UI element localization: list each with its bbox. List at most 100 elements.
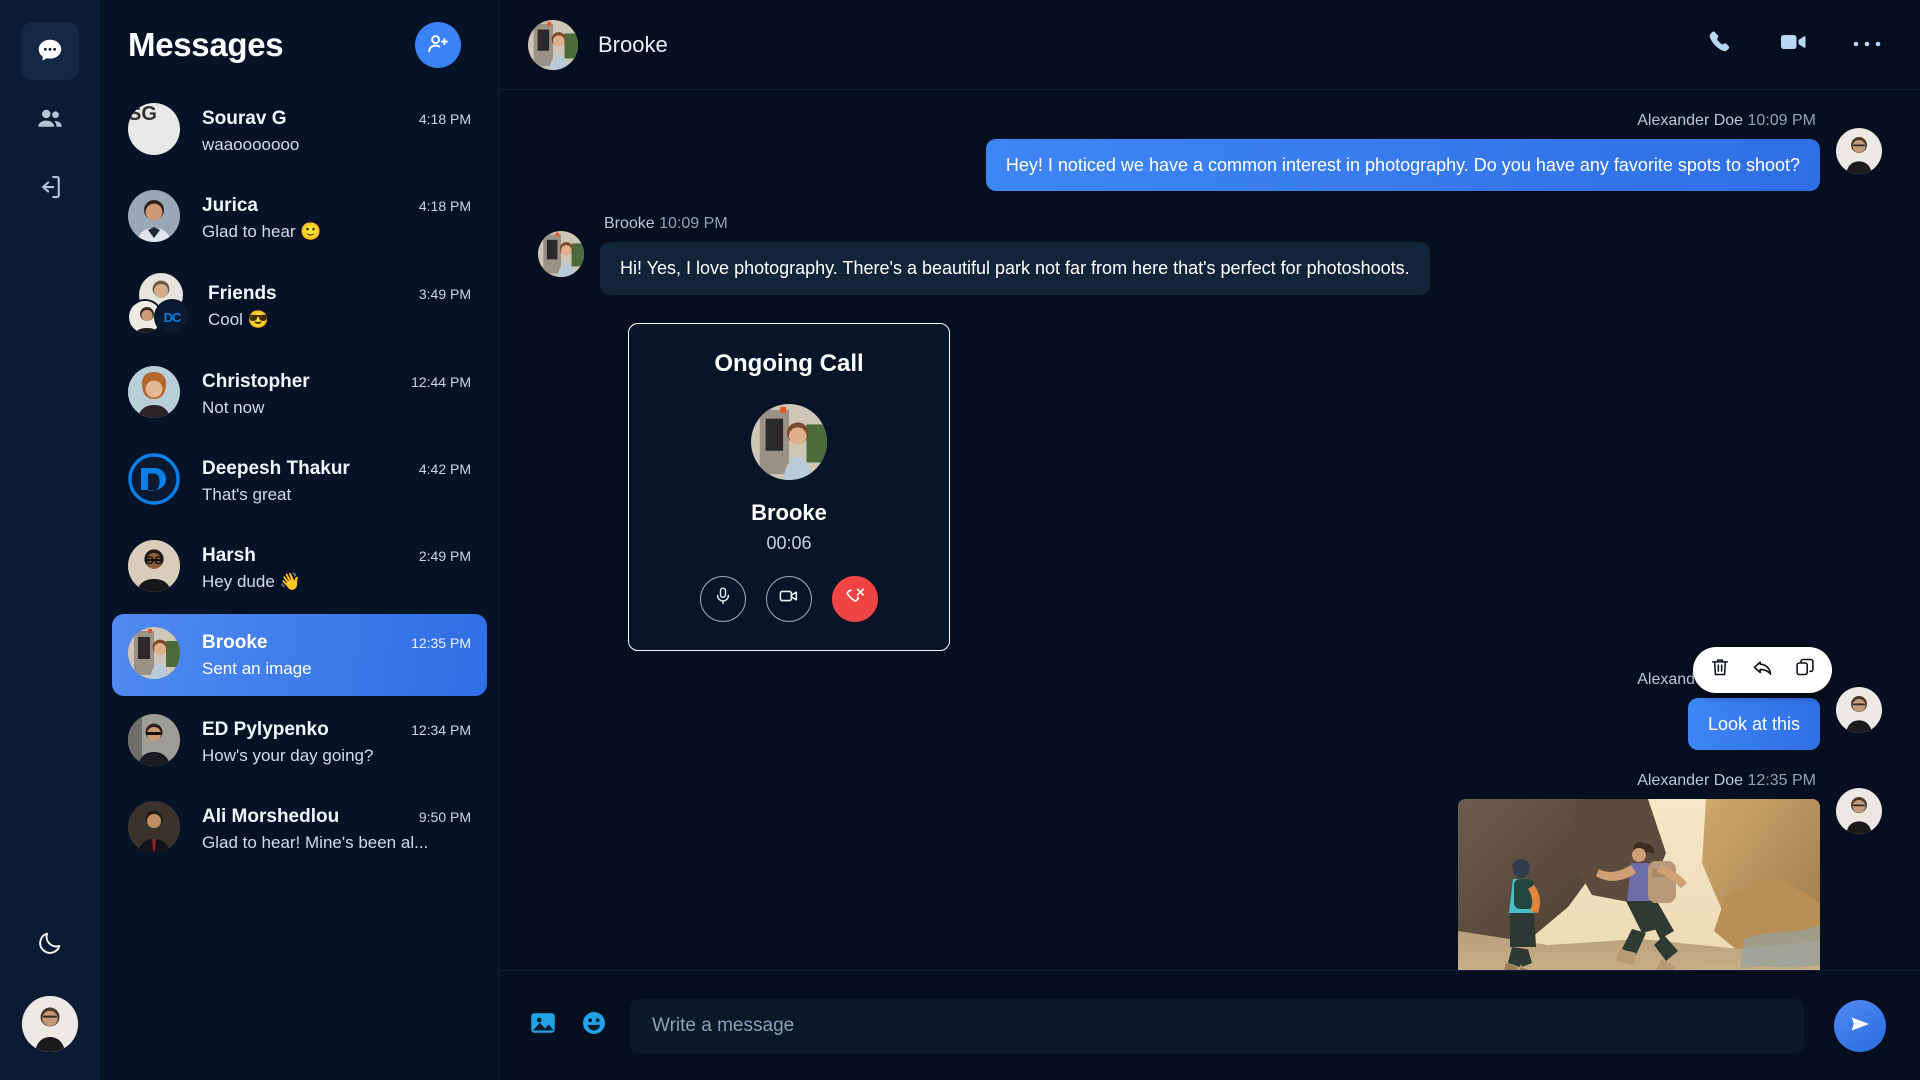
conversation-preview: Cool 😎 <box>208 309 269 329</box>
chat-header-avatar[interactable] <box>528 19 578 70</box>
copy-message-button[interactable] <box>1794 656 1816 683</box>
conversation-name: Friends <box>208 282 277 304</box>
message-composer <box>500 970 1920 1080</box>
add-person-icon <box>426 32 450 59</box>
message-avatar <box>1836 686 1882 733</box>
conversation-item-harsh[interactable]: Harsh 2:49 PM Hey dude 👋 <box>112 527 487 609</box>
message-avatar <box>1836 787 1882 834</box>
page-title: Messages <box>128 26 284 63</box>
moon-icon <box>36 932 64 961</box>
rail-item-contacts[interactable] <box>21 90 79 148</box>
message-time: 12:35 PM <box>1747 771 1816 789</box>
message-list: Alexander Doe 10:09 PM Hey! I noticed we… <box>500 90 1920 970</box>
conversation-item-ali-morshedlou[interactable]: Ali Morshedlou 9:50 PM Glad to hear! Min… <box>112 788 487 870</box>
conversation-time: 12:34 PM <box>411 721 471 738</box>
message-bubble[interactable]: Hi! Yes, I love photography. There's a b… <box>600 242 1430 295</box>
call-card-title: Ongoing Call <box>714 349 864 377</box>
emoji-picker-button[interactable] <box>580 1009 608 1042</box>
profile-avatar[interactable] <box>22 996 78 1052</box>
message-row: Alexander Doe 12:35 PM <box>538 772 1882 970</box>
rail-item-logout[interactable] <box>21 158 79 216</box>
avatar <box>128 540 184 596</box>
conversation-item-jurica[interactable]: Jurica 4:18 PM Glad to hear 🙂 <box>112 177 487 259</box>
avatar <box>128 714 184 770</box>
message-time: 10:09 PM <box>1747 112 1816 129</box>
chat-header-title: Brooke <box>598 31 668 57</box>
conversation-preview: Glad to hear! Mine's been al... <box>202 832 429 852</box>
conversation-list-header: Messages <box>100 0 499 86</box>
send-message-button[interactable] <box>1834 999 1886 1052</box>
chat-header-actions <box>1706 27 1882 62</box>
theme-toggle-button[interactable] <box>36 929 64 962</box>
reply-message-button[interactable] <box>1751 656 1774 684</box>
conversation-preview: How's your day going? <box>202 745 374 765</box>
image-icon <box>528 1008 558 1043</box>
dc-logo-icon <box>128 453 180 505</box>
send-paper-plane-icon <box>1848 1012 1872 1039</box>
add-conversation-button[interactable] <box>415 22 461 68</box>
toggle-camera-button[interactable] <box>766 575 812 622</box>
more-options-button[interactable] <box>1852 36 1882 54</box>
conversation-name: Ali Morshedlou <box>202 805 340 827</box>
conversation-time: 4:42 PM <box>418 460 471 477</box>
microphone-icon <box>713 586 733 611</box>
chat-pane: Brooke Alexander Doe 10:09 PM Hey! I not… <box>500 0 1920 1080</box>
message-avatar <box>538 231 584 278</box>
conversation-name: Deepesh Thakur <box>202 457 350 479</box>
message-row: Brooke 10:09 PM Hi! Yes, I love photogra… <box>538 215 1882 295</box>
conversation-name: Harsh <box>202 544 256 566</box>
avatar <box>128 453 184 509</box>
message-hover-actions <box>1693 646 1832 693</box>
messaging-app: Messages SG Sourav G 4:18 PM waaooooooo … <box>0 0 1920 1080</box>
message-row: Alexander Doe 12:35 PM Look at this <box>538 646 1882 750</box>
call-controls <box>700 575 878 622</box>
conversation-item-sourav-g[interactable]: SG Sourav G 4:18 PM waaooooooo <box>112 90 487 172</box>
message-row: Alexander Doe 10:09 PM Hey! I noticed we… <box>538 112 1882 192</box>
chat-bubble-icon <box>35 36 65 66</box>
phone-hangup-icon <box>844 585 866 612</box>
rail-item-chats[interactable] <box>21 22 79 80</box>
message-bubble[interactable]: Look at this <box>1687 697 1820 750</box>
conversation-item-deepesh-thakur[interactable]: Deepesh Thakur 4:42 PM That's great <box>112 440 487 522</box>
message-input[interactable] <box>630 998 1804 1053</box>
logout-icon <box>35 172 65 202</box>
attach-image-button[interactable] <box>528 1008 558 1043</box>
conversation-time: 4:18 PM <box>418 110 471 127</box>
left-rail <box>0 0 100 1080</box>
conversation-time: 12:35 PM <box>411 634 471 651</box>
conversation-item-christopher[interactable]: Christopher 12:44 PM Not now <box>112 353 487 435</box>
ongoing-call-card: Ongoing Call Brooke 00:06 <box>628 322 950 651</box>
end-call-button[interactable] <box>832 575 878 622</box>
message-sender: Alexander Doe <box>1637 112 1744 129</box>
conversation-time: 12:44 PM <box>411 373 471 390</box>
conversation-preview: Hey dude 👋 <box>202 571 301 591</box>
conversation-item-friends[interactable]: DC Friends 3:49 PM Cool 😎 <box>112 264 487 348</box>
chat-header: Brooke <box>500 0 1920 90</box>
message-meta: Alexander Doe 10:09 PM <box>1633 112 1820 130</box>
conversation-preview: That's great <box>202 484 292 504</box>
video-call-button[interactable] <box>1778 27 1808 62</box>
conversation-time: 3:49 PM <box>418 285 471 302</box>
delete-message-button[interactable] <box>1709 656 1731 683</box>
message-image-attachment[interactable] <box>1458 798 1820 970</box>
more-horizontal-icon <box>1852 36 1882 54</box>
message-meta: Alexander Doe 12:35 PM <box>1633 772 1820 790</box>
conversation-item-ed-pylypenko[interactable]: ED Pylypenko 12:34 PM How's your day goi… <box>112 701 487 783</box>
voice-call-button[interactable] <box>1706 28 1734 61</box>
conversation-time: 9:50 PM <box>418 808 471 825</box>
avatar <box>128 366 184 422</box>
reply-arrow-icon <box>1751 656 1774 684</box>
video-camera-icon <box>1778 27 1808 62</box>
conversation-item-brooke[interactable]: Brooke 12:35 PM Sent an image <box>112 614 487 696</box>
conversation-time: 2:49 PM <box>418 547 471 564</box>
mute-microphone-button[interactable] <box>700 575 746 622</box>
conversation-preview: Glad to hear 🙂 <box>202 221 322 241</box>
message-bubble[interactable]: Hey! I noticed we have a common interest… <box>985 139 1820 192</box>
conversation-preview: waaooooooo <box>202 134 300 154</box>
call-duration: 00:06 <box>766 532 812 553</box>
call-card-avatar <box>751 403 827 480</box>
message-sender: Alexander Doe <box>1637 771 1744 789</box>
message-sender: Brooke <box>604 215 655 233</box>
message-time: 10:09 PM <box>659 215 728 233</box>
conversation-items: SG Sourav G 4:18 PM waaooooooo Jurica 4:… <box>100 86 499 875</box>
